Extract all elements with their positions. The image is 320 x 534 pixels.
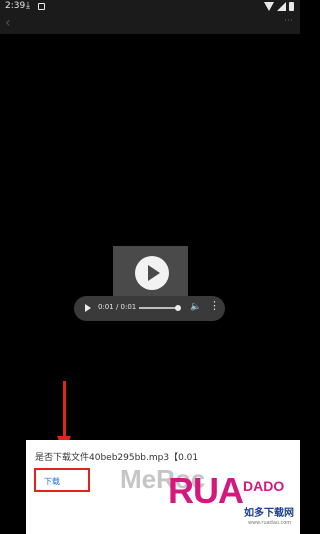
logo-text: RUA bbox=[168, 470, 244, 511]
back-arrow-icon[interactable]: ‹ bbox=[5, 15, 11, 31]
download-button[interactable]: 下载 bbox=[34, 468, 90, 492]
download-message: 是否下载文件40beb295bb.mp3【0.01 bbox=[35, 453, 199, 463]
audio-play-button[interactable] bbox=[85, 304, 91, 312]
wifi-icon bbox=[264, 2, 274, 11]
signal-icon bbox=[277, 2, 286, 11]
audio-time: 0:01 / 0:01 bbox=[98, 303, 137, 311]
logo-dado: DADO bbox=[243, 478, 285, 494]
site-logo: RUA DADO 如多下载网 www.ruadao.com bbox=[168, 470, 300, 534]
battery-icon bbox=[289, 2, 294, 11]
play-icon[interactable] bbox=[135, 256, 169, 290]
play-triangle-icon bbox=[148, 265, 160, 281]
audio-progress-track[interactable] bbox=[139, 307, 179, 309]
annotation-arrow bbox=[63, 381, 66, 439]
download-button-label: 下载 bbox=[44, 477, 60, 486]
volume-icon[interactable]: 🔈 bbox=[190, 302, 201, 312]
notification-icon bbox=[38, 3, 45, 10]
more-options-icon[interactable]: ⋯ bbox=[284, 16, 294, 26]
logo-url: www.ruadao.com bbox=[248, 520, 292, 526]
status-time: 2:39 bbox=[5, 1, 26, 11]
media-thumbnail[interactable] bbox=[113, 246, 188, 302]
toolbar: ‹ ⋯ bbox=[0, 14, 300, 34]
download-icon: ⤓ bbox=[26, 1, 30, 11]
logo-cn: 如多下载网 bbox=[244, 508, 294, 519]
audio-more-icon[interactable]: ⋮ bbox=[209, 300, 220, 311]
status-bar: 2:39 ⤓ bbox=[0, 0, 300, 14]
audio-player: 0:01 / 0:01 🔈 ⋮ bbox=[74, 296, 225, 321]
audio-progress-knob[interactable] bbox=[175, 305, 181, 311]
